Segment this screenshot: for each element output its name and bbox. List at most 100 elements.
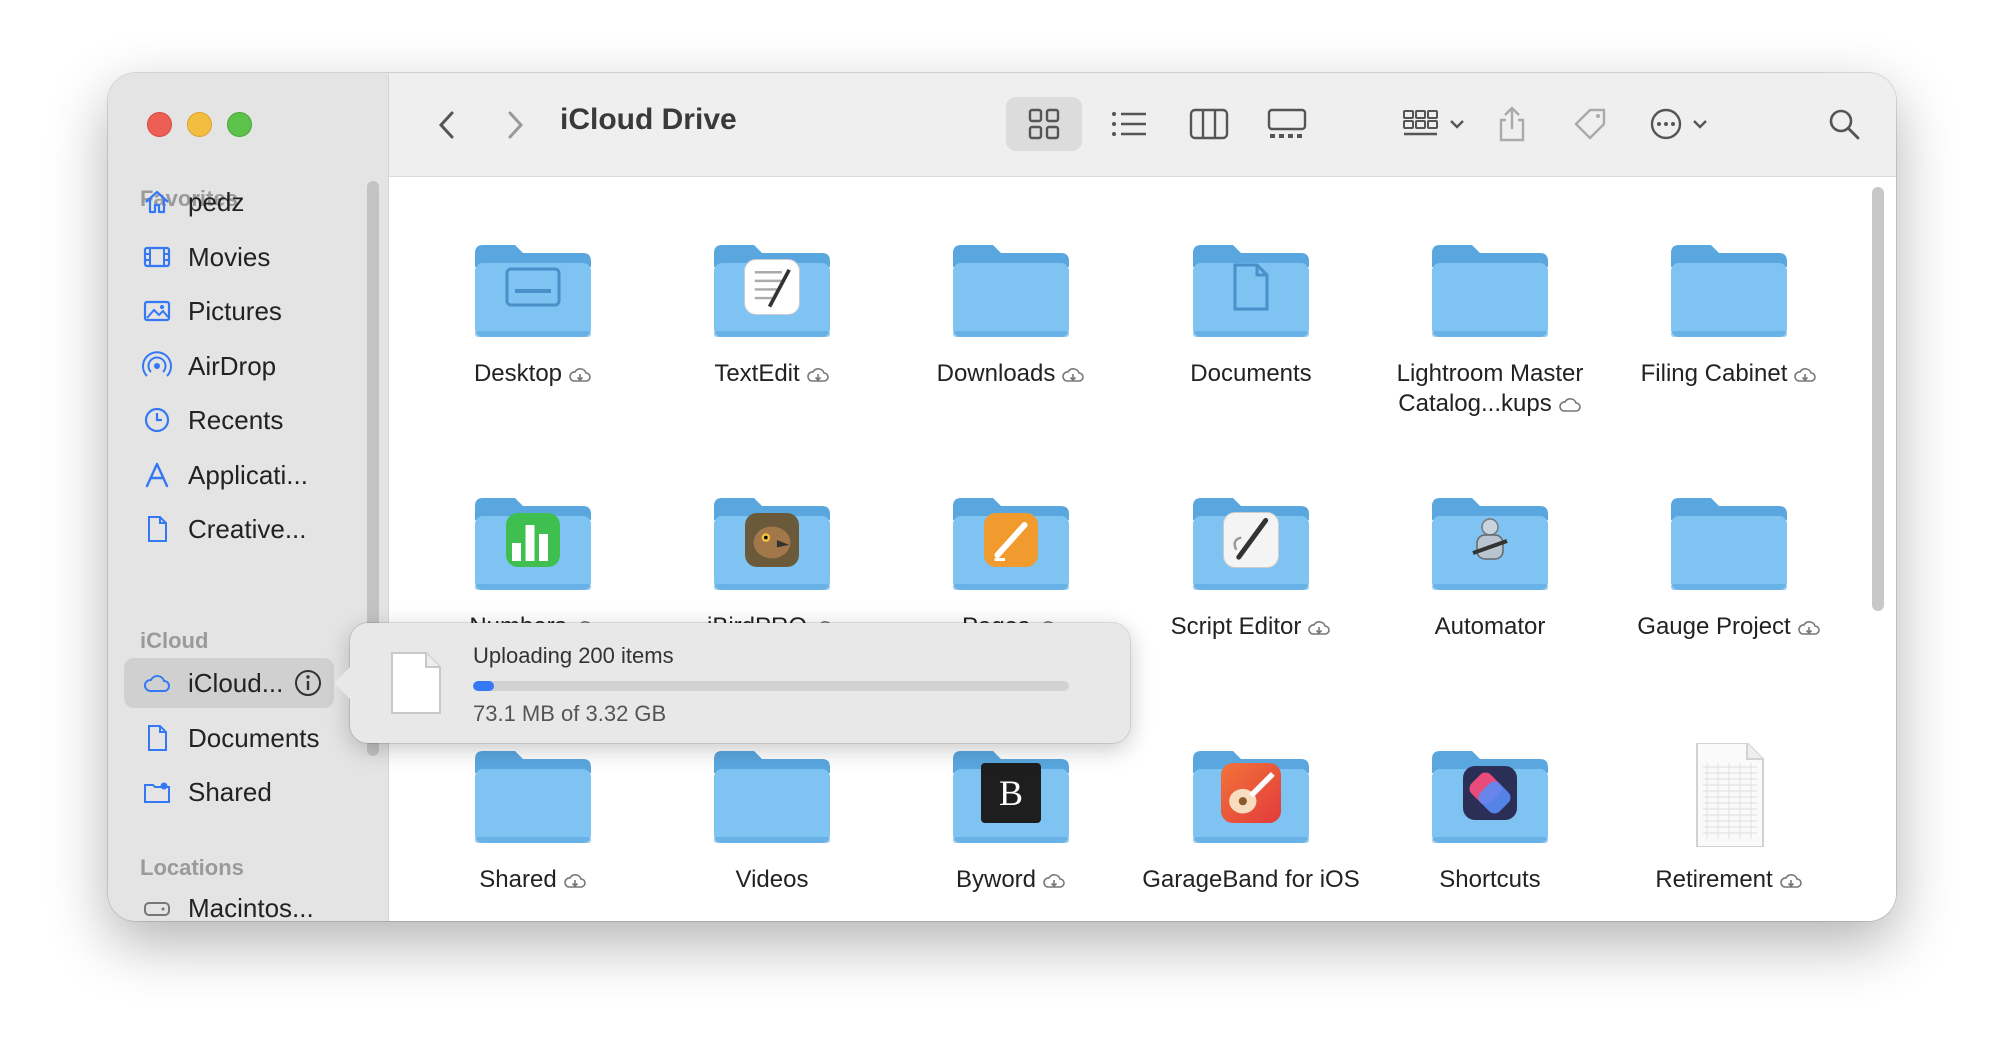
file-item-label: Shared (423, 865, 643, 895)
folder-icon (1667, 237, 1791, 341)
file-item[interactable]: Shortcuts (1380, 743, 1600, 895)
upload-title: Uploading 200 items (473, 643, 674, 668)
sidebar-item-label: Movies (188, 241, 271, 272)
file-grid: Desktop TextEdit Downloads Documents Lightro… (389, 177, 1896, 921)
file-item-label: Automator (1380, 612, 1600, 642)
file-item[interactable]: TextEdit (662, 237, 882, 389)
chevron-down-icon (1450, 120, 1464, 129)
sidebar-item-label: Recents (188, 404, 284, 435)
file-item[interactable]: Numbers (423, 490, 643, 642)
file-item[interactable]: Shared (423, 743, 643, 895)
column-view-button[interactable] (1174, 97, 1244, 151)
file-item[interactable]: Gauge Project (1619, 490, 1839, 642)
sidebar-item-documents[interactable]: Documents (124, 713, 332, 763)
minimize-window-button[interactable] (187, 112, 212, 137)
sidebar-item-pedz[interactable]: pedz (124, 177, 332, 227)
search-button[interactable] (1819, 97, 1869, 151)
file-item-label: Downloads (901, 359, 1121, 389)
spreadsheet-document-icon (1667, 742, 1791, 848)
file-item-label: Shortcuts (1380, 865, 1600, 895)
file-name: GarageBand for iOS (1142, 866, 1360, 893)
file-name: Shared (479, 866, 557, 893)
file-item[interactable]: Script Editor (1141, 490, 1361, 642)
file-name: Byword (955, 866, 1037, 893)
folder-icon (1189, 237, 1313, 341)
icon-view-button[interactable] (1006, 97, 1082, 151)
share-button[interactable] (1487, 97, 1537, 151)
info-icon[interactable] (293, 668, 323, 698)
file-item[interactable]: Pages (901, 490, 1121, 642)
file-item[interactable]: iBirdPRO (662, 490, 882, 642)
sidebar-item-macintosh-hd[interactable]: Macintos... (124, 883, 332, 921)
upload-progress-popover: Uploading 200 items 73.1 MB of 3.32 GB (334, 623, 1130, 743)
file-item-label: Retirement (1619, 865, 1839, 895)
desktop-glyph-icon (503, 265, 563, 309)
disk-icon (140, 891, 174, 921)
file-name: Retirement (1655, 866, 1773, 893)
file-item[interactable]: B Byword (901, 743, 1121, 895)
cloud-download-icon (1062, 367, 1085, 382)
file-item[interactable]: Videos (662, 743, 882, 895)
file-item-label: GarageBand for iOS (1141, 865, 1361, 895)
file-item[interactable]: Automator (1380, 490, 1600, 642)
more-actions-button[interactable] (1639, 97, 1719, 151)
sidebar-item-creative[interactable]: Creative... (124, 504, 332, 554)
sidebar-item-shared[interactable]: Shared (124, 767, 332, 817)
cloud-outline-icon (1558, 397, 1581, 412)
forward-button[interactable] (497, 105, 533, 145)
document-glyph-icon (1231, 262, 1271, 312)
file-item[interactable]: Filing Cabinet (1619, 237, 1839, 389)
list-icon (1112, 112, 1146, 136)
upload-progress-bar (473, 681, 1069, 691)
garageband-app-icon (1221, 763, 1281, 823)
file-name: Gauge Project (1637, 613, 1791, 640)
close-window-button[interactable] (147, 112, 172, 137)
clock-icon (140, 403, 174, 437)
folder-icon: B (949, 743, 1073, 847)
folder-icon (471, 743, 595, 847)
sidebar-section-locations: Locations (140, 855, 244, 880)
file-item-label: Desktop (423, 359, 643, 389)
file-name: Videos (735, 866, 809, 893)
share-icon (1499, 106, 1525, 142)
file-item-label: Gauge Project (1619, 612, 1839, 642)
folder-icon (1189, 490, 1313, 594)
sidebar-item-recents[interactable]: Recents (124, 395, 332, 445)
file-item[interactable]: Desktop (423, 237, 643, 389)
file-name: Lightroom Master Catalog...kups (1396, 360, 1584, 417)
file-item-label: Lightroom Master Catalog...kups (1380, 359, 1600, 419)
file-name: Desktop (473, 360, 563, 387)
photo-icon (140, 294, 174, 328)
zoom-window-button[interactable] (227, 112, 252, 137)
file-name: Filing Cabinet (1640, 360, 1788, 387)
cloud-download-icon (1794, 367, 1817, 382)
gallery-view-button[interactable] (1252, 97, 1322, 151)
folder-icon (949, 490, 1073, 594)
bird-app-icon (745, 513, 799, 567)
sidebar-section-icloud: iCloud (140, 628, 209, 653)
sidebar-item-airdrop[interactable]: AirDrop (124, 341, 332, 391)
back-button[interactable] (429, 105, 465, 145)
sidebar-item-label: AirDrop (188, 350, 277, 381)
file-item[interactable]: Lightroom Master Catalog...kups (1380, 237, 1600, 419)
folder-icon (949, 237, 1073, 341)
list-view-button[interactable] (1094, 97, 1164, 151)
sidebar-item-pictures[interactable]: Pictures (124, 286, 332, 336)
pages-app-icon (984, 513, 1038, 567)
file-item-label: Videos (662, 865, 882, 895)
group-by-button[interactable] (1394, 97, 1474, 151)
sidebar-item-label: Pictures (188, 295, 282, 326)
sidebar-item-applications[interactable]: Applicati... (124, 450, 332, 500)
file-item[interactable]: Retirement (1619, 742, 1839, 895)
file-item[interactable]: Downloads (901, 237, 1121, 389)
sidebar-item-label: Creative... (188, 513, 307, 544)
file-item[interactable]: GarageBand for iOS (1141, 743, 1361, 895)
file-item-label: Byword (901, 865, 1121, 895)
shortcuts-app-icon (1463, 766, 1517, 820)
tag-button[interactable] (1565, 97, 1615, 151)
sidebar-item-movies[interactable]: Movies (124, 232, 332, 282)
file-item[interactable]: Documents (1141, 237, 1361, 389)
automator-app-icon (1463, 513, 1517, 567)
content-scrollbar[interactable] (1872, 187, 1884, 611)
sidebar-item-icloud-drive[interactable]: iCloud... (124, 658, 334, 708)
